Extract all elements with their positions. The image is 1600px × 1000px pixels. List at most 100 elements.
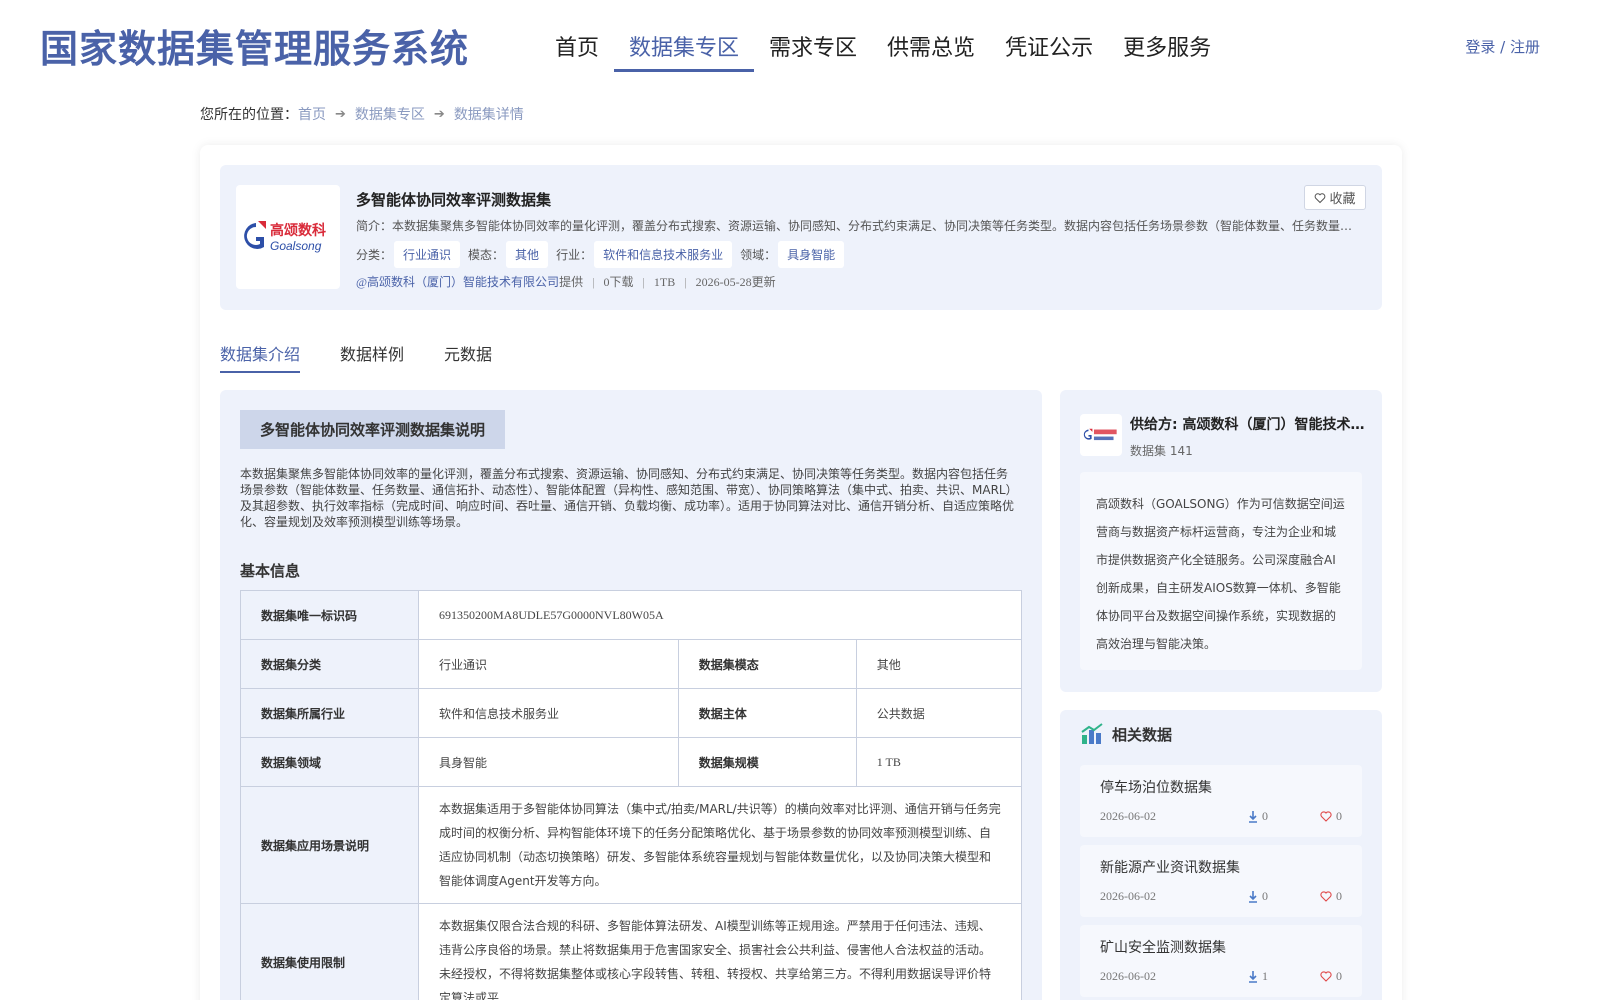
related-item-download-count: 0 [1262, 889, 1268, 903]
related-item-like-count: 0 [1336, 969, 1342, 983]
tab-introduction[interactable]: 数据集介绍 [220, 341, 301, 373]
related-item[interactable]: 矿山安全监测数据集 2026-06-02 1 0 [1080, 925, 1362, 997]
subject-label: 数据主体 [677, 688, 857, 738]
nav-overview[interactable]: 供需总览 [872, 26, 990, 70]
scenario-label: 数据集应用场景说明 [240, 786, 419, 904]
download-icon [1249, 970, 1257, 983]
related-item-like-count: 0 [1336, 809, 1342, 823]
scale-label: 数据集规模 [677, 737, 857, 787]
dataset-tags: 分类： 行业通识 模态： 其他 行业： 软件和信息技术服务业 领域： 具身智能 [356, 241, 852, 268]
login-register-link[interactable]: 登录 / 注册 [1465, 36, 1540, 57]
table-row: 数据集分类 行业通识 数据集模态 其他 [240, 639, 1023, 689]
related-item-name[interactable]: 停车场泊位数据集 [1100, 777, 1212, 797]
related-item-downloads: 1 [1248, 969, 1268, 984]
tab-samples[interactable]: 数据样例 [340, 341, 404, 373]
provider-name[interactable]: 供给方: 高颂数科（厦门）智能技术有限公司 [1130, 414, 1365, 434]
related-item-date: 2026-06-02 [1100, 809, 1156, 823]
modality-tag[interactable]: 其他 [506, 241, 549, 268]
modality-value: 其他 [855, 639, 1023, 689]
subject-value: 公共数据 [855, 688, 1023, 738]
table-row: 数据集应用场景说明 本数据集适用于多智能体协同算法（集中式/拍卖/MARL/共识… [240, 786, 1022, 904]
detail-tabs: 数据集介绍 数据样例 元数据 [220, 341, 532, 373]
description-title: 多智能体协同效率评测数据集说明 [240, 410, 506, 449]
site-title[interactable]: 国家数据集管理服务系统 [40, 18, 469, 73]
tab-metadata[interactable]: 元数据 [444, 341, 492, 373]
download-icon [1249, 810, 1257, 823]
related-item-likes: 0 [1320, 809, 1342, 824]
favorite-button[interactable]: 收藏 [1304, 185, 1366, 210]
scale-value: 1 TB [855, 737, 1023, 787]
provider-link[interactable]: @高颂数科（厦门）智能技术有限公司 [356, 275, 559, 289]
arrow-right-icon: ➔ [433, 106, 445, 122]
nav-credentials[interactable]: 凭证公示 [990, 26, 1108, 70]
breadcrumb-home[interactable]: 首页 [298, 104, 326, 124]
related-item-name[interactable]: 矿山安全监测数据集 [1100, 937, 1226, 957]
breadcrumb-detail[interactable]: 数据集详情 [454, 104, 524, 124]
dataset-intro: 简介：本数据集聚焦多智能体协同效率的量化评测，覆盖分布式搜索、资源运输、协同感知… [356, 219, 1361, 233]
related-item-download-count: 1 [1262, 969, 1268, 983]
related-item-name[interactable]: 新能源产业资讯数据集 [1100, 857, 1240, 877]
related-data-card: 相关数据 停车场泊位数据集 2026-06-02 0 0 新能源产业资讯数据集 … [1060, 710, 1382, 1000]
basic-info-table: 数据集唯一标识码 691350200MA8UDLE57G0000NVL80W05… [240, 590, 1023, 1000]
table-row: 数据集所属行业 软件和信息技术服务业 数据主体 公共数据 [240, 688, 1023, 738]
uid-label: 数据集唯一标识码 [240, 590, 419, 640]
logo-text-en: Goalsong [270, 239, 322, 253]
arrow-right-icon: ➔ [335, 106, 346, 122]
domain-tag[interactable]: 具身智能 [778, 241, 845, 268]
provider-card: 供给方: 高颂数科（厦门）智能技术有限公司 数据集 141 高颂数科（GOALS… [1060, 390, 1382, 692]
goalsong-logo-icon [1083, 428, 1117, 441]
category-label: 分类： [356, 248, 393, 262]
related-item-date: 2026-06-02 [1100, 889, 1156, 903]
provider-suffix: 提供 [559, 275, 584, 289]
download-count: 0下载 [603, 275, 634, 289]
domain-label: 数据集领域 [240, 737, 419, 787]
category-tag[interactable]: 行业通识 [394, 241, 461, 268]
dataset-title: 多智能体协同效率评测数据集 [356, 191, 552, 209]
related-item[interactable]: 停车场泊位数据集 2026-06-02 0 0 [1080, 765, 1362, 837]
industry-value: 软件和信息技术服务业 [418, 688, 679, 738]
related-item-like-count: 0 [1336, 889, 1342, 903]
table-row: 数据集唯一标识码 691350200MA8UDLE57G0000NVL80W05… [240, 590, 1022, 640]
download-icon [1249, 890, 1257, 903]
category-value: 行业通识 [418, 639, 679, 689]
nav-demands[interactable]: 需求专区 [754, 26, 872, 70]
related-item-likes: 0 [1320, 889, 1342, 904]
related-title: 相关数据 [1112, 725, 1173, 744]
updated-date: 2026-05-28更新 [695, 275, 776, 289]
breadcrumb: 您所在的位置： 首页 ➔ 数据集专区 ➔ 数据集详情 [200, 104, 524, 124]
modality-label: 模态： [468, 248, 505, 262]
scenario-value: 本数据集适用于多智能体协同算法（集中式/拍卖/MARL/共识等）的横向效率对比评… [418, 786, 1022, 904]
related-item-downloads: 0 [1248, 809, 1268, 824]
nav-home[interactable]: 首页 [540, 26, 614, 70]
provider-dataset-count: 数据集 141 [1130, 444, 1193, 458]
related-item-likes: 0 [1320, 969, 1342, 984]
industry-tag[interactable]: 软件和信息技术服务业 [594, 241, 733, 268]
dataset-summary: 高颂数科 Goalsong 多智能体协同效率评测数据集 收藏 简介：本数据集聚焦… [220, 165, 1382, 310]
category-label: 数据集分类 [240, 639, 419, 689]
related-item-download-count: 0 [1262, 809, 1268, 823]
nav-datasets[interactable]: 数据集专区 [614, 26, 755, 72]
basic-info-title: 基本信息 [240, 562, 301, 580]
heart-icon [1315, 192, 1326, 203]
dataset-size: 1TB [653, 275, 676, 289]
domain-value: 具身智能 [418, 737, 679, 787]
provider-card-logo [1080, 414, 1122, 456]
limit-label: 数据集使用限制 [240, 903, 419, 1000]
nav-more-services[interactable]: 更多服务 [1108, 26, 1226, 70]
breadcrumb-prefix: 您所在的位置： [200, 107, 298, 123]
heart-icon [1320, 971, 1332, 982]
breadcrumb-datasets[interactable]: 数据集专区 [355, 104, 425, 124]
related-item[interactable]: 新能源产业资讯数据集 2026-06-02 0 0 [1080, 845, 1362, 917]
table-row: 数据集使用限制 本数据集仅限合法合规的科研、多智能体算法研发、AI模型训练等正规… [240, 903, 1022, 1000]
industry-label: 行业： [556, 248, 593, 262]
dataset-meta: @高颂数科（厦门）智能技术有限公司提供 | 0下载 | 1TB | 2026-0… [356, 275, 776, 289]
logo-text-cn: 高颂数科 [270, 222, 326, 239]
description-text: 本数据集聚焦多智能体协同效率的量化评测，覆盖分布式搜索、资源运输、协同感知、分布… [240, 467, 1015, 529]
main-nav: 首页 数据集专区 需求专区 供需总览 凭证公示 更多服务 [540, 26, 1226, 72]
provider-logo: 高颂数科 Goalsong [236, 185, 340, 289]
table-row: 数据集领域 具身智能 数据集规模 1 TB [240, 737, 1023, 787]
introduction-panel: 多智能体协同效率评测数据集说明 本数据集聚焦多智能体协同效率的量化评测，覆盖分布… [220, 390, 1042, 1000]
heart-icon [1320, 891, 1332, 902]
modality-label: 数据集模态 [677, 639, 857, 689]
provider-description: 高颂数科（GOALSONG）作为可信数据空间运营商与数据资产标杆运营商，专注为企… [1080, 472, 1362, 670]
